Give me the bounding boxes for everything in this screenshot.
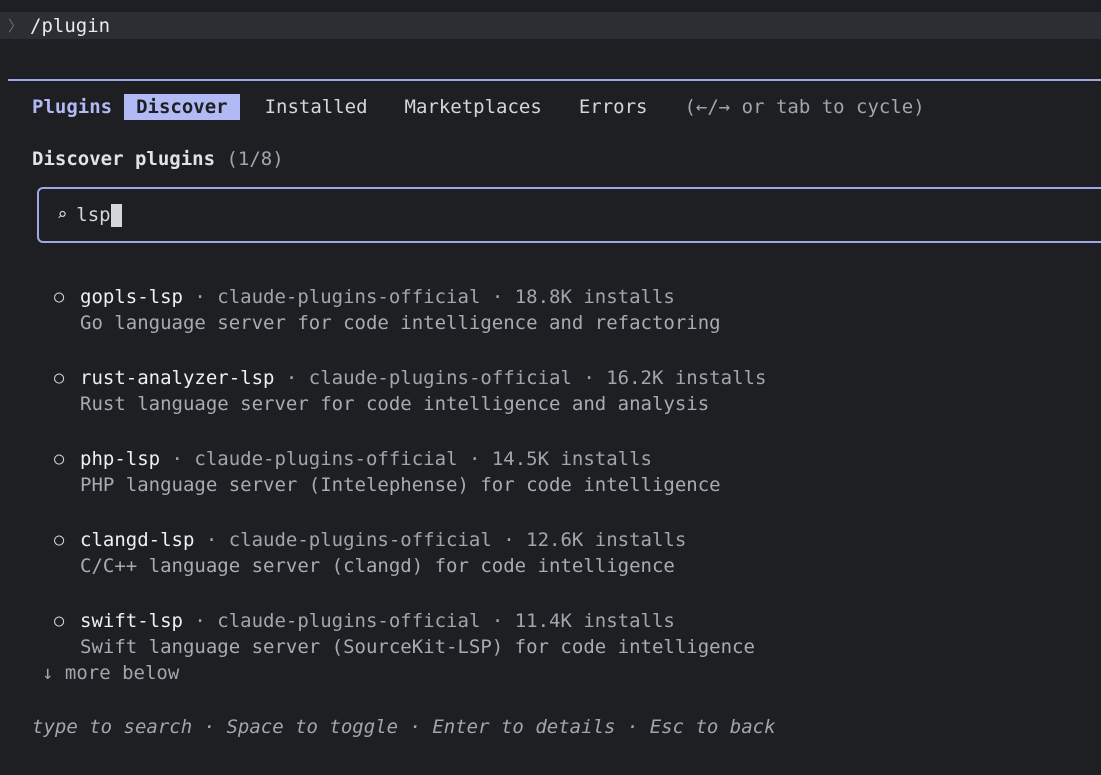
tab-marketplaces[interactable]: Marketplaces [405, 96, 542, 118]
radio-icon[interactable]: ○ [54, 530, 80, 550]
plugin-description: C/C++ language server (clangd) for code … [80, 555, 675, 577]
footer-hint: type to search · Space to toggle · Enter… [32, 716, 776, 738]
result-count: (1/8) [226, 148, 284, 170]
more-below-indicator: ↓ more below [42, 662, 180, 684]
tab-errors[interactable]: Errors [579, 96, 648, 118]
plugin-description: Go language server for code intelligence… [80, 312, 721, 334]
plugin-marketplace: claude-plugins-official [228, 528, 492, 551]
radio-icon[interactable]: ○ [54, 611, 80, 631]
section-title: Discover plugins (1/8) [32, 148, 284, 170]
plugin-name: clangd-lsp [80, 528, 195, 551]
plugin-installs: 18.8K installs [514, 285, 675, 308]
plugin-installs: 14.5K installs [491, 447, 652, 470]
text-cursor [110, 203, 122, 227]
divider [8, 79, 1101, 81]
plugin-marketplace: claude-plugins-official [308, 366, 572, 389]
plugin-name: rust-analyzer-lsp [80, 366, 275, 389]
plugin-description: Swift language server (SourceKit-LSP) fo… [80, 636, 755, 658]
radio-icon[interactable]: ○ [54, 287, 80, 307]
list-item[interactable]: ○ gopls-lsp · claude-plugins-official · … [54, 283, 766, 364]
plugin-marketplace: claude-plugins-official [217, 285, 481, 308]
search-input[interactable]: ⌕ lsp [37, 187, 1101, 243]
plugin-name: gopls-lsp [80, 285, 183, 308]
plugin-installs: 11.4K installs [514, 609, 675, 632]
radio-icon[interactable]: ○ [54, 368, 80, 388]
radio-icon[interactable]: ○ [54, 449, 80, 469]
plugin-description: Rust language server for code intelligen… [80, 393, 710, 415]
plugin-marketplace: claude-plugins-official [194, 447, 458, 470]
plugin-installs: 16.2K installs [606, 366, 767, 389]
plugin-installs: 12.6K installs [526, 528, 687, 551]
search-icon: ⌕ [57, 205, 68, 225]
section-heading: Discover plugins [32, 148, 216, 170]
search-value: lsp [76, 204, 111, 226]
tab-installed[interactable]: Installed [265, 96, 368, 118]
prompt-command: /plugin [30, 14, 111, 37]
tabs-hint: (←/→ or tab to cycle) [684, 96, 925, 118]
plugin-marketplace: claude-plugins-official [217, 609, 481, 632]
tabs-title: Plugins [32, 96, 113, 118]
prompt-bar[interactable]: 〉 /plugin [0, 12, 1101, 39]
plugin-description: PHP language server (Intelephense) for c… [80, 474, 721, 496]
plugin-name: swift-lsp [80, 609, 183, 632]
tab-bar: Plugins Discover Installed Marketplaces … [32, 94, 925, 120]
list-item[interactable]: ○ clangd-lsp · claude-plugins-official ·… [54, 526, 766, 607]
plugin-name: php-lsp [80, 447, 161, 470]
list-item[interactable]: ○ php-lsp · claude-plugins-official · 14… [54, 445, 766, 526]
tab-discover[interactable]: Discover [124, 94, 240, 120]
results-list: ○ gopls-lsp · claude-plugins-official · … [54, 283, 766, 688]
prompt-chevron-icon: 〉 [8, 17, 24, 35]
list-item[interactable]: ○ rust-analyzer-lsp · claude-plugins-off… [54, 364, 766, 445]
